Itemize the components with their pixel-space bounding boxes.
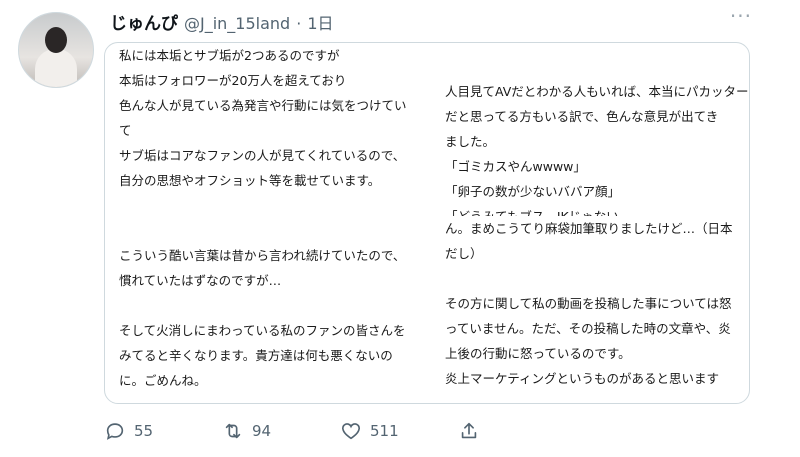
image-line: [119, 293, 439, 318]
author-handle[interactable]: @J_in_15land: [184, 14, 290, 33]
image-line: っていません。ただ、その投稿した時の文章や、炎: [445, 321, 731, 336]
image-line: そして火消しにまわっている私のファンの皆さんを: [119, 323, 406, 338]
image-line: 慣れていたはずなのですが…: [119, 273, 282, 288]
image-line: 「卵子の数が少ないババア顔」: [445, 184, 621, 199]
like-count: 511: [370, 422, 399, 440]
image-line: 私には本垢とサブ垢が2つあるのですが: [119, 48, 340, 63]
image-line: だと思ってる方もいる訳で、色んな意見が出てき: [445, 109, 719, 124]
heart-icon: [341, 423, 361, 440]
reply-icon: [106, 423, 124, 440]
image-line: 色んな人が見ている為発言や行動には気をつけてい: [119, 98, 407, 113]
author-name[interactable]: じゅんぴ: [110, 9, 178, 34]
image-line: て: [119, 123, 132, 138]
image-line: [119, 193, 439, 218]
image-line: 炎上マーケティングというものがあると思います: [445, 371, 720, 386]
image-line: 人目見てAVだとわかる人もいれば、本当にパカッター: [445, 84, 749, 99]
share-icon: [461, 422, 477, 439]
image-line: 自分の思想やオフショット等を載せています。: [119, 173, 381, 188]
image-line: 本垢はフォロワーが20万人を超えており: [119, 73, 347, 88]
image-line: その方に関して私の動画を投稿した事については怒: [445, 296, 732, 311]
retweet-icon: [225, 423, 241, 439]
avatar-figure-body: [35, 49, 77, 87]
like-button[interactable]: 511: [340, 420, 458, 442]
tweet-actions: 55 94 511: [104, 420, 480, 442]
retweet-count: 94: [252, 422, 272, 440]
separator-dot: ·: [296, 14, 302, 33]
image-line-cut: 「どうみてもブス JKじゃない: [445, 204, 745, 216]
image-line: ん。まめこうてり麻袋加筆取りましたけど…（日本: [445, 221, 733, 236]
image-line: みてると辛くなります。貴方達は何も悪くないの: [119, 348, 393, 363]
share-button[interactable]: [458, 420, 480, 442]
image-text-left: 私には本垢とサブ垢が2つあるのですが 本垢はフォロワーが20万人を超えており 色…: [119, 43, 439, 393]
reply-button[interactable]: 55: [104, 420, 222, 442]
avatar-figure-head: [45, 27, 67, 53]
avatar[interactable]: [18, 12, 94, 88]
image-line: こういう酷い言葉は昔から言われ続けていたので、: [119, 248, 406, 263]
image-line: 上後の行動に怒っているのです。: [445, 346, 631, 361]
image-line: サブ垢はコアなファンの人が見てくれているので、: [119, 148, 406, 163]
image-line: [445, 266, 745, 291]
retweet-button[interactable]: 94: [222, 420, 340, 442]
tweet-header: じゅんぴ @J_in_15land · 1日: [110, 9, 334, 34]
image-text-right: 人目見てAVだとわかる人もいれば、本当にパカッター だと思ってる方もいる訳で、色…: [445, 79, 749, 391]
more-icon[interactable]: ···: [730, 4, 752, 28]
image-line: 「ゴミカスやんwwww」: [445, 159, 586, 174]
image-line: [119, 218, 439, 243]
image-line: ました。: [445, 134, 496, 149]
image-line: だし）: [445, 246, 483, 261]
tweet-age[interactable]: 1日: [307, 10, 333, 34]
image-line: に。ごめんね。: [119, 373, 207, 388]
tweet-image[interactable]: 私には本垢とサブ垢が2つあるのですが 本垢はフォロワーが20万人を超えており 色…: [104, 42, 750, 404]
reply-count: 55: [134, 422, 154, 440]
